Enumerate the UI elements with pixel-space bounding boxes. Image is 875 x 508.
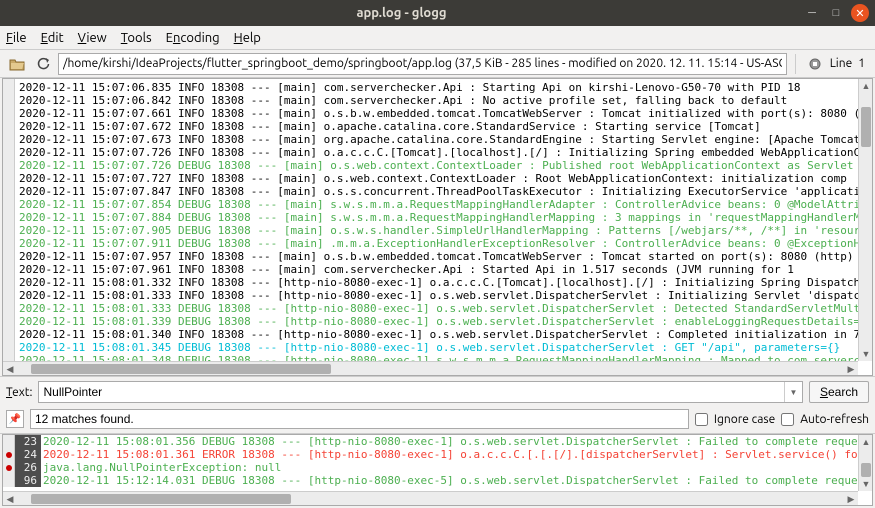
- window-titlebar: app.log - glogg ─ □ ✕: [0, 0, 875, 26]
- log-view[interactable]: 2020-12-11 15:07:06.835 INFO 18308 --- […: [2, 78, 873, 376]
- log-line[interactable]: 2020-12-11 15:07:07.673 INFO 18308 --- […: [19, 133, 856, 146]
- log-line[interactable]: 2020-12-11 15:07:07.905 DEBUG 18308 --- …: [19, 224, 856, 237]
- search-text-label: Text:: [6, 386, 32, 399]
- result-row[interactable]: 242020-12-11 15:08:01.361 ERROR 18308 --…: [3, 448, 858, 461]
- log-line[interactable]: 2020-12-11 15:07:06.842 INFO 18308 --- […: [19, 94, 856, 107]
- open-file-button[interactable]: [6, 53, 28, 75]
- reload-button[interactable]: [32, 53, 54, 75]
- pin-search-button[interactable]: 📌: [6, 410, 24, 428]
- log-line[interactable]: 2020-12-11 15:07:07.727 INFO 18308 --- […: [19, 172, 856, 185]
- log-line[interactable]: 2020-12-11 15:07:07.726 DEBUG 18308 --- …: [19, 159, 856, 172]
- log-line[interactable]: 2020-12-11 15:08:01.333 INFO 18308 --- […: [19, 289, 856, 302]
- menu-edit[interactable]: Edit: [41, 31, 64, 45]
- window-close-button[interactable]: ✕: [851, 4, 869, 22]
- search-results-view[interactable]: 232020-12-11 15:08:01.356 DEBUG 18308 --…: [2, 434, 873, 506]
- scroll-right-button[interactable]: ▶: [844, 362, 858, 376]
- log-line[interactable]: 2020-12-11 15:08:01.333 DEBUG 18308 --- …: [19, 302, 856, 315]
- log-line[interactable]: 2020-12-11 15:07:07.961 INFO 18308 --- […: [19, 263, 856, 276]
- reload-icon: [36, 57, 50, 71]
- log-gutter: [3, 79, 15, 361]
- log-line[interactable]: 2020-12-11 15:07:07.847 INFO 18308 --- […: [19, 185, 856, 198]
- results-scroll-left-button[interactable]: ◀: [3, 492, 17, 506]
- log-line[interactable]: 2020-12-11 15:08:01.332 INFO 18308 --- […: [19, 276, 856, 289]
- menu-encoding[interactable]: Encoding: [166, 31, 220, 45]
- search-status: [30, 409, 689, 429]
- search-button[interactable]: Search: [809, 381, 869, 403]
- menu-help[interactable]: Help: [234, 31, 261, 45]
- result-gutter: [3, 448, 15, 461]
- search-history-dropdown[interactable]: ▼: [784, 382, 802, 402]
- log-line[interactable]: 2020-12-11 15:07:07.661 INFO 18308 --- […: [19, 107, 856, 120]
- result-row[interactable]: 26java.lang.NullPointerException: null: [3, 461, 858, 474]
- log-line[interactable]: 2020-12-11 15:07:07.726 INFO 18308 --- […: [19, 146, 856, 159]
- result-text: 2020-12-11 15:08:01.361 ERROR 18308 --- …: [41, 448, 858, 461]
- log-line[interactable]: 2020-12-11 15:07:07.884 DEBUG 18308 --- …: [19, 211, 856, 224]
- search-bar: Text: ▼ Search: [0, 376, 875, 407]
- results-scroll-thumb-horizontal[interactable]: [31, 494, 291, 504]
- ignore-case-label: Ignore case: [714, 413, 775, 426]
- log-line[interactable]: 2020-12-11 15:08:01.348 DEBUG 18308 --- …: [19, 354, 856, 361]
- log-line[interactable]: 2020-12-11 15:07:07.672 INFO 18308 --- […: [19, 120, 856, 133]
- stop-icon: [809, 58, 821, 70]
- search-input[interactable]: [39, 382, 783, 402]
- log-line[interactable]: 2020-12-11 15:08:01.345 DEBUG 18308 --- …: [19, 341, 856, 354]
- result-text: 2020-12-11 15:08:01.356 DEBUG 18308 --- …: [41, 435, 858, 448]
- scroll-left-button[interactable]: ◀: [3, 362, 17, 376]
- scroll-thumb-vertical[interactable]: [861, 107, 871, 147]
- result-line-number: 23: [15, 435, 41, 448]
- scroll-down-button[interactable]: ▼: [859, 347, 873, 361]
- log-vertical-scrollbar[interactable]: ▲ ▼: [858, 79, 872, 361]
- search-results-content: 232020-12-11 15:08:01.356 DEBUG 18308 --…: [3, 435, 858, 491]
- result-row[interactable]: 232020-12-11 15:08:01.356 DEBUG 18308 --…: [3, 435, 858, 448]
- result-gutter: [3, 461, 15, 474]
- result-line-number: 26: [15, 461, 41, 474]
- line-number: 1: [858, 57, 865, 70]
- auto-refresh-label: Auto-refresh: [800, 413, 869, 426]
- stop-button[interactable]: [804, 53, 826, 75]
- toolbar: Line 1: [0, 50, 875, 78]
- log-line[interactable]: 2020-12-11 15:07:07.854 DEBUG 18308 --- …: [19, 198, 856, 211]
- menu-file[interactable]: File: [6, 31, 27, 45]
- result-row[interactable]: 962020-12-11 15:12:14.031 DEBUG 18308 --…: [3, 474, 858, 487]
- results-scroll-right-button[interactable]: ▶: [844, 492, 858, 506]
- menu-bar: File Edit View Tools Encoding Help: [0, 26, 875, 50]
- search-input-container: ▼: [38, 381, 802, 403]
- log-line[interactable]: 2020-12-11 15:08:01.340 INFO 18308 --- […: [19, 328, 856, 341]
- log-line[interactable]: 2020-12-11 15:07:06.835 INFO 18308 --- […: [19, 81, 856, 94]
- match-marker-icon: [6, 452, 12, 458]
- log-line[interactable]: 2020-12-11 15:07:07.911 DEBUG 18308 --- …: [19, 237, 856, 250]
- log-horizontal-scrollbar[interactable]: ◀ ▶: [3, 361, 858, 375]
- results-scroll-thumb-vertical[interactable]: [861, 463, 871, 477]
- menu-tools[interactable]: Tools: [121, 31, 152, 45]
- ignore-case-checkbox[interactable]: [695, 413, 708, 426]
- log-line[interactable]: 2020-12-11 15:08:01.339 DEBUG 18308 --- …: [19, 315, 856, 328]
- result-gutter: [3, 474, 15, 487]
- result-text: java.lang.NullPointerException: null: [41, 461, 281, 474]
- log-line[interactable]: 2020-12-11 15:07:07.957 INFO 18308 --- […: [19, 250, 856, 263]
- auto-refresh-checkbox[interactable]: [781, 413, 794, 426]
- window-minimize-button[interactable]: ─: [803, 4, 821, 22]
- search-options-bar: 📌 Ignore case Auto-refresh: [0, 407, 875, 434]
- window-maximize-button[interactable]: □: [827, 4, 845, 22]
- file-path-input[interactable]: [58, 53, 787, 75]
- result-text: 2020-12-11 15:12:14.031 DEBUG 18308 --- …: [41, 474, 858, 487]
- results-horizontal-scrollbar[interactable]: ◀ ▶: [3, 491, 858, 505]
- log-content: 2020-12-11 15:07:06.835 INFO 18308 --- […: [17, 79, 858, 361]
- window-title: app.log - glogg: [6, 6, 797, 20]
- folder-open-icon: [9, 57, 25, 71]
- toolbar-separator: [795, 54, 796, 74]
- match-marker-icon: [6, 465, 12, 471]
- result-gutter: [3, 435, 15, 448]
- menu-view[interactable]: View: [78, 31, 107, 45]
- result-line-number: 24: [15, 448, 41, 461]
- result-line-number: 96: [15, 474, 41, 487]
- results-vertical-scrollbar[interactable]: ▲ ▼: [858, 435, 872, 491]
- scroll-up-button[interactable]: ▲: [859, 79, 873, 93]
- line-label: Line: [830, 57, 853, 70]
- scroll-thumb-horizontal[interactable]: [31, 364, 331, 374]
- results-scroll-up-button[interactable]: ▲: [859, 435, 873, 449]
- results-scroll-down-button[interactable]: ▼: [859, 477, 873, 491]
